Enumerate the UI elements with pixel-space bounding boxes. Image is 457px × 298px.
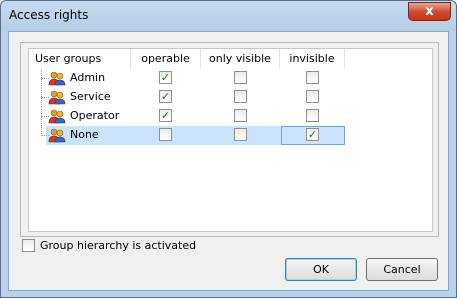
rights-groupbox: User groups operable only visible invisi… [20, 42, 439, 237]
close-button[interactable]: x [408, 2, 451, 21]
column-header-invisible: invisible [280, 49, 345, 69]
invisible-checkbox[interactable] [306, 109, 319, 122]
table-row[interactable]: Service ✓ [29, 88, 432, 107]
operable-checkbox[interactable] [159, 128, 172, 141]
only-visible-checkbox[interactable] [234, 90, 247, 103]
close-icon[interactable]: x [425, 4, 433, 19]
rights-table: User groups operable only visible invisi… [28, 48, 433, 232]
user-group-icon [48, 71, 66, 86]
group-hierarchy-label: Group hierarchy is activated [40, 239, 197, 252]
access-rights-dialog: Access rights x User groups operable onl… [0, 0, 457, 298]
only-visible-checkbox[interactable] [234, 128, 247, 141]
only-visible-checkbox[interactable] [234, 109, 247, 122]
invisible-checkbox[interactable]: ✓ [306, 128, 319, 141]
group-hierarchy-checkbox[interactable] [22, 239, 35, 252]
operable-checkbox[interactable]: ✓ [159, 109, 172, 122]
table-row[interactable]: None ✓ [29, 126, 432, 145]
user-group-icon [48, 90, 66, 105]
row-label: Service [70, 90, 111, 103]
row-label: Operator [70, 109, 120, 122]
dialog-client: User groups operable only visible invisi… [8, 31, 449, 291]
table-row[interactable]: Operator ✓ [29, 107, 432, 126]
title-bar[interactable]: Access rights x [1, 1, 456, 31]
table-row[interactable]: Admin ✓ [29, 69, 432, 88]
only-visible-checkbox[interactable] [234, 71, 247, 84]
cancel-button[interactable]: Cancel [366, 258, 438, 281]
user-group-icon [48, 128, 66, 143]
column-header-only-visible: only visible [201, 49, 280, 69]
row-label: None [70, 128, 99, 141]
user-group-icon [48, 109, 66, 124]
operable-checkbox[interactable]: ✓ [159, 90, 172, 103]
window-title: Access rights [9, 8, 89, 22]
operable-checkbox[interactable]: ✓ [159, 71, 172, 84]
column-header-operable: operable [131, 49, 201, 69]
invisible-checkbox[interactable] [306, 71, 319, 84]
ok-button[interactable]: OK [285, 258, 357, 281]
invisible-checkbox[interactable] [306, 90, 319, 103]
row-label: Admin [70, 71, 106, 84]
column-header-user-groups: User groups [29, 49, 131, 69]
